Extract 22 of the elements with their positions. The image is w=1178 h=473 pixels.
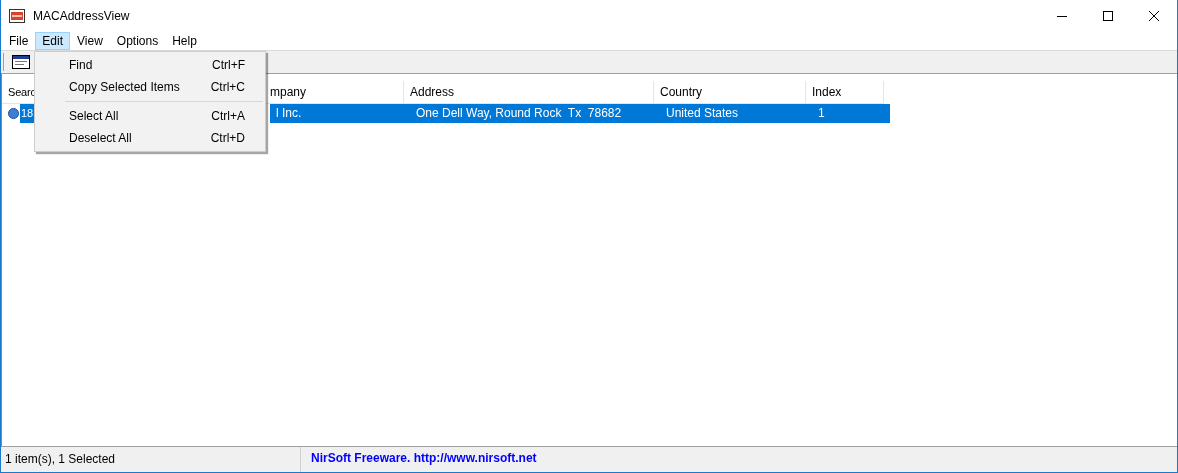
close-icon [1149,10,1159,21]
menu-item[interactable]: Edit [35,31,71,50]
status-text: 1 item(s), 1 Selected [1,447,301,472]
network-icon [8,108,19,119]
menu-item[interactable]: Options [109,31,166,50]
menu-item[interactable]: Select All Ctrl+A [35,105,265,127]
table-cell: One Dell Way, Round Rock Tx 78682 [410,104,660,123]
maximize-icon [1103,10,1113,21]
menu-item[interactable]: Copy Selected Items Ctrl+C [35,76,265,98]
window-title: MACAddressView [33,8,131,23]
credit-link[interactable]: NirSoft Freeware. http://www.nirsoft.net [301,447,537,472]
menu-item[interactable]: Find Ctrl+F [35,54,265,76]
menu-item[interactable]: View [70,31,110,50]
menu-item[interactable]: File [2,31,36,50]
table-cell: l Inc. [270,104,410,123]
app-icon [9,8,25,23]
menu-item[interactable]: Deselect All Ctrl+D [35,127,265,149]
table-cell: United States [660,104,812,123]
table-cell: 18 [20,104,35,123]
window-icon[interactable] [10,52,32,72]
menu-item[interactable]: Help [165,31,204,50]
table-cell: 1 [812,104,890,123]
